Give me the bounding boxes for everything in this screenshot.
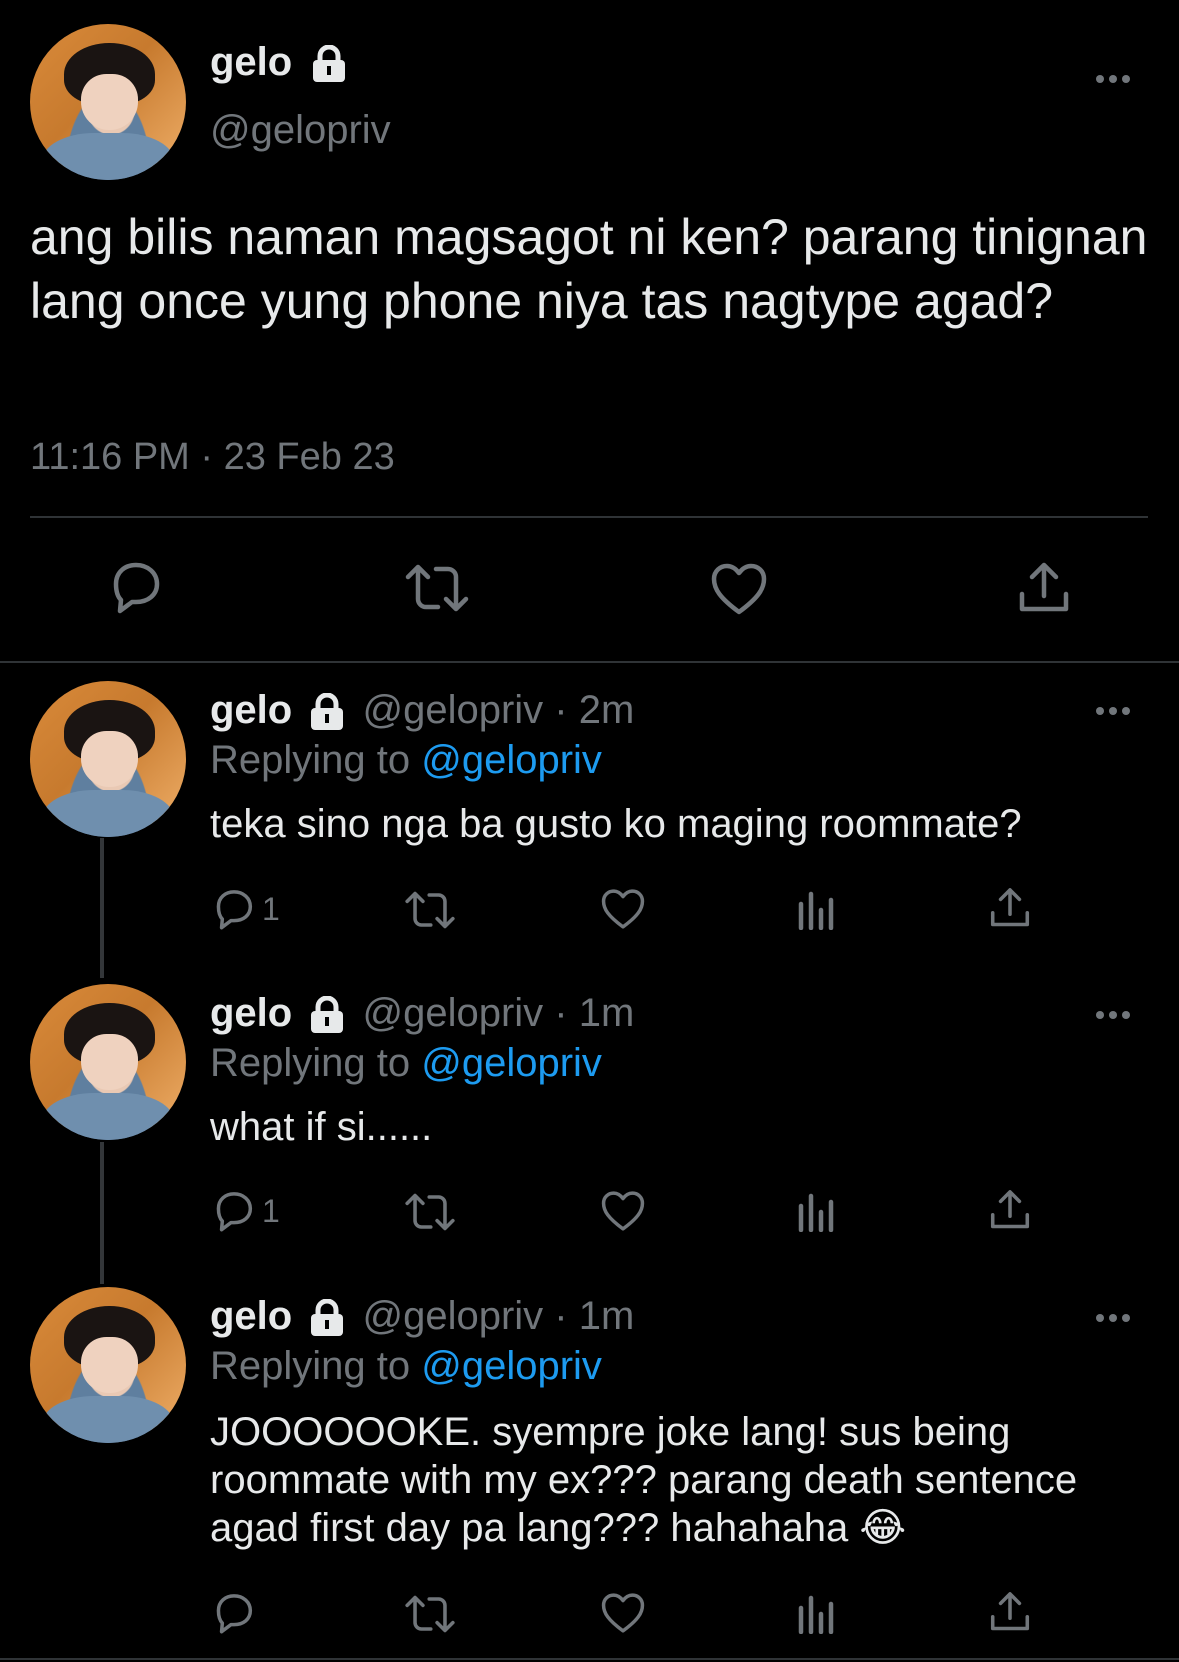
share-button[interactable] [988, 1590, 1032, 1634]
share-icon [1019, 562, 1069, 612]
replying-label: Replying to [210, 738, 411, 782]
avatar[interactable] [30, 1287, 186, 1443]
divider [30, 516, 1148, 518]
like-button[interactable] [600, 1592, 646, 1634]
share-icon [990, 888, 1030, 927]
reply-icon [216, 890, 253, 930]
replying-to-link[interactable]: @gelopriv [421, 1344, 602, 1388]
like-button[interactable] [600, 888, 646, 930]
author-handle[interactable]: @gelopriv [362, 1294, 543, 1338]
analytics-icon [798, 1595, 834, 1634]
reply-header: gelo @gelopriv · 1m [210, 991, 634, 1036]
retweet-icon [405, 564, 469, 612]
lock-icon [309, 44, 349, 83]
share-button[interactable] [988, 1188, 1032, 1232]
reply-button[interactable] [212, 1592, 262, 1634]
thread-line [100, 838, 104, 978]
like-icon [601, 1191, 645, 1231]
author-name[interactable]: gelo [210, 40, 349, 85]
replying-label: Replying to [210, 1344, 411, 1388]
display-name[interactable]: gelo [210, 991, 292, 1035]
replying-to: Replying to @gelopriv [210, 1344, 602, 1389]
replying-to: Replying to @gelopriv [210, 738, 602, 783]
more-options-icon[interactable] [1096, 70, 1135, 88]
reply-icon [216, 1594, 253, 1634]
analytics-button[interactable] [796, 1192, 838, 1232]
share-icon [990, 1592, 1030, 1631]
reply-time[interactable]: · 2m [554, 688, 634, 732]
more-options-icon[interactable] [1096, 702, 1135, 720]
share-button[interactable] [988, 886, 1032, 930]
display-name[interactable]: gelo [210, 1294, 292, 1338]
reply-button[interactable]: 1 [212, 888, 280, 930]
like-icon [601, 889, 645, 929]
reply-text-line: roommate with my ex??? parang death sent… [210, 1458, 1078, 1502]
replying-label: Replying to [210, 1041, 411, 1085]
more-options-icon[interactable] [1096, 1006, 1135, 1024]
reply-time[interactable]: · 1m [554, 1294, 634, 1338]
avatar[interactable] [30, 984, 186, 1140]
reply-icon [113, 562, 160, 614]
retweet-button[interactable] [404, 563, 470, 613]
divider [0, 1658, 1179, 1660]
like-button[interactable] [710, 562, 768, 616]
analytics-button[interactable] [796, 890, 838, 930]
tweet-timestamp[interactable]: 11:16 PM · 23 Feb 23 [30, 436, 395, 479]
reply-count: 1 [262, 1192, 280, 1229]
reply-button[interactable] [108, 560, 164, 614]
replying-to-link[interactable]: @gelopriv [421, 1041, 602, 1085]
like-button[interactable] [600, 1190, 646, 1232]
retweet-button[interactable] [404, 1192, 456, 1232]
author-handle[interactable]: @gelopriv [362, 688, 543, 732]
retweet-icon [405, 1193, 455, 1231]
thread-line [100, 1142, 104, 1284]
author-handle[interactable]: @gelopriv [210, 108, 391, 153]
lock-icon [307, 1298, 347, 1337]
retweet-icon [405, 891, 455, 929]
display-name[interactable]: gelo [210, 688, 292, 732]
lock-icon [307, 995, 347, 1034]
analytics-icon [798, 1193, 834, 1232]
divider [0, 661, 1179, 663]
display-name[interactable]: gelo [210, 40, 292, 84]
lock-icon [307, 692, 347, 731]
share-icon [990, 1190, 1030, 1229]
reply-button[interactable]: 1 [212, 1190, 280, 1232]
reply-text-line: agad first day pa lang??? hahahaha 😂 [210, 1506, 907, 1550]
reply-time[interactable]: · 1m [554, 991, 634, 1035]
like-icon [711, 563, 767, 615]
like-icon [601, 1593, 645, 1633]
share-button[interactable] [1016, 560, 1072, 616]
tweet-text: ang bilis naman magsagot ni ken? parang … [30, 209, 1148, 329]
more-options-icon[interactable] [1096, 1309, 1135, 1327]
retweet-button[interactable] [404, 890, 456, 930]
reply-text-line: JOOOOOOKE. syempre joke lang! sus being [210, 1410, 1011, 1454]
author-handle[interactable]: @gelopriv [362, 991, 543, 1035]
reply-header: gelo @gelopriv · 2m [210, 688, 634, 733]
replying-to-link[interactable]: @gelopriv [421, 738, 602, 782]
avatar[interactable] [30, 24, 186, 180]
reply-icon [216, 1192, 253, 1232]
reply-text: JOOOOOOKE. syempre joke lang! sus being … [210, 1408, 1077, 1552]
reply-count: 1 [262, 890, 280, 927]
avatar[interactable] [30, 681, 186, 837]
retweet-button[interactable] [404, 1594, 456, 1634]
analytics-button[interactable] [796, 1594, 838, 1634]
retweet-icon [405, 1595, 455, 1633]
analytics-icon [798, 891, 834, 930]
replying-to: Replying to @gelopriv [210, 1041, 602, 1086]
reply-header: gelo @gelopriv · 1m [210, 1294, 634, 1339]
reply-text: teka sino nga ba gusto ko maging roommat… [210, 802, 1022, 846]
reply-text: what if si...... [210, 1105, 433, 1149]
